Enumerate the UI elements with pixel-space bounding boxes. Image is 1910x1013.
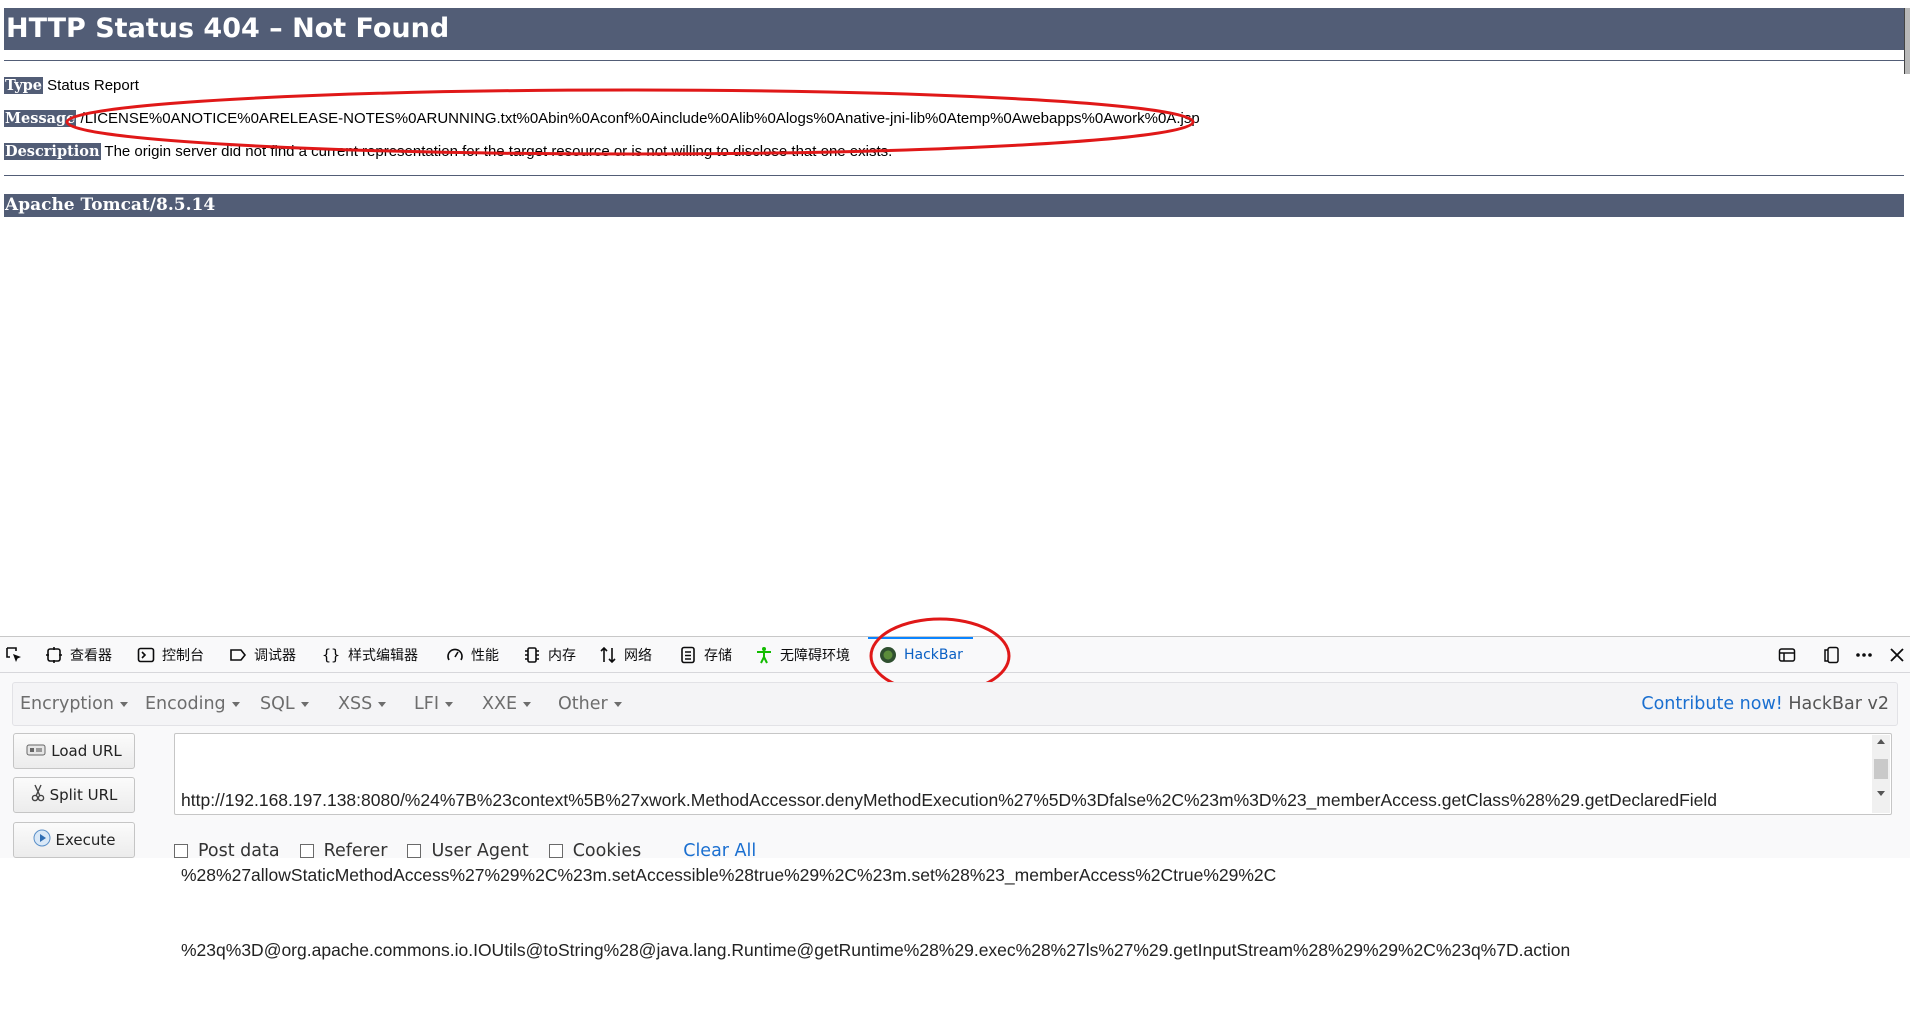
- page-title: HTTP Status 404 – Not Found: [4, 8, 1904, 50]
- menu-encoding[interactable]: Encoding: [145, 683, 240, 725]
- accessibility-icon: [754, 645, 774, 665]
- divider: [4, 175, 1904, 176]
- load-url-button[interactable]: Load URL: [13, 733, 135, 769]
- inspector-icon: [44, 645, 64, 665]
- responsive-design-icon[interactable]: [1773, 637, 1801, 672]
- menu-other[interactable]: Other: [558, 683, 622, 725]
- scissors-icon: [31, 784, 45, 806]
- memory-icon: [522, 645, 542, 665]
- chevron-down-icon: [523, 701, 532, 707]
- checkbox-icon: [407, 844, 422, 858]
- textarea-scrollbar[interactable]: [1872, 735, 1890, 813]
- split-url-label: Split URL: [49, 786, 118, 804]
- url-line: http://192.168.197.138:8080/%24%7B%23con…: [181, 790, 1718, 810]
- contribute-area: Contribute now! HackBar v2: [1641, 683, 1889, 725]
- style-editor-icon: {}: [321, 645, 341, 664]
- tab-memory[interactable]: 内存: [522, 637, 576, 672]
- server-footer: Apache Tomcat/8.5.14: [4, 194, 1904, 217]
- user-agent-checkbox[interactable]: User Agent: [407, 841, 529, 861]
- page-scrollbar[interactable]: [1904, 8, 1910, 74]
- message-value: /LICENSE%0ANOTICE%0ARELEASE-NOTES%0ARUNN…: [80, 110, 1200, 127]
- tab-style-editor-label: 样式编辑器: [348, 647, 418, 664]
- tab-storage[interactable]: 存储: [678, 637, 732, 672]
- storage-icon: [678, 645, 698, 665]
- debugger-icon: [228, 645, 248, 665]
- type-label: Type: [4, 77, 43, 94]
- chevron-down-icon: [300, 701, 309, 707]
- url-line: %28%27allowStaticMethodAccess%27%29%2C%2…: [181, 865, 1277, 885]
- message-row: Message /LICENSE%0ANOTICE%0ARELEASE-NOTE…: [4, 109, 1200, 129]
- checkbox-icon: [174, 844, 188, 858]
- tab-style-editor[interactable]: {} 样式编辑器: [320, 637, 418, 672]
- checkbox-icon: [299, 844, 314, 858]
- performance-icon: [445, 645, 465, 665]
- dock-side-icon[interactable]: [1817, 637, 1845, 672]
- scroll-up-icon[interactable]: [1877, 739, 1885, 744]
- type-row: Type Status Report: [4, 76, 139, 96]
- tab-debugger[interactable]: 调试器: [228, 637, 296, 672]
- chevron-down-icon: [231, 701, 240, 707]
- load-url-icon: [26, 741, 46, 761]
- scroll-thumb[interactable]: [1874, 759, 1888, 779]
- hackbar-version: HackBar v2: [1788, 694, 1889, 714]
- tab-network[interactable]: 网络: [598, 637, 652, 672]
- menu-lfi[interactable]: LFI: [414, 683, 453, 725]
- tab-hackbar-label: HackBar: [904, 646, 963, 663]
- play-icon: [33, 829, 51, 851]
- chevron-down-icon: [613, 701, 622, 707]
- chevron-down-icon: [444, 701, 453, 707]
- tab-console-label: 控制台: [162, 647, 204, 664]
- tab-memory-label: 内存: [548, 647, 576, 664]
- menu-xss[interactable]: XSS: [338, 683, 387, 725]
- post-data-checkbox[interactable]: Post data: [174, 841, 280, 861]
- hackbar-options: Post data Referer User Agent Cookies Cle…: [174, 839, 756, 863]
- load-url-label: Load URL: [51, 742, 122, 760]
- tab-performance-label: 性能: [471, 647, 499, 664]
- tab-element-picker[interactable]: [4, 637, 24, 672]
- url-textarea[interactable]: http://192.168.197.138:8080/%24%7B%23con…: [174, 733, 1892, 960]
- more-options-icon[interactable]: [1850, 637, 1878, 672]
- execute-button[interactable]: Execute: [13, 822, 135, 858]
- type-value: Status Report: [47, 77, 139, 94]
- url-text[interactable]: http://192.168.197.138:8080/%24%7B%23con…: [181, 738, 1861, 1013]
- cookies-checkbox[interactable]: Cookies: [548, 841, 641, 861]
- split-url-button[interactable]: Split URL: [13, 777, 135, 813]
- url-line: %23q%3D@org.apache.commons.io.IOUtils@to…: [181, 940, 1571, 960]
- network-icon: [598, 645, 618, 665]
- execute-label: Execute: [55, 831, 116, 849]
- hackbar-icon: [878, 645, 898, 665]
- close-icon[interactable]: [1883, 637, 1910, 672]
- tab-hackbar[interactable]: HackBar: [868, 637, 973, 672]
- referer-checkbox[interactable]: Referer: [299, 841, 387, 861]
- chevron-down-icon: [378, 701, 387, 707]
- tab-inspector[interactable]: 查看器: [44, 637, 112, 672]
- error-page: HTTP Status 404 – Not Found Type Status …: [0, 0, 1910, 630]
- element-picker-icon: [4, 645, 24, 665]
- console-icon: [136, 645, 156, 665]
- message-label: Message: [4, 110, 77, 127]
- devtools-panel: 查看器 控制台 调试器 {} 样式编辑器 性能 内存 网络 存储 无障碍环境 H…: [0, 617, 1910, 960]
- menu-sql[interactable]: SQL: [260, 683, 309, 725]
- tab-storage-label: 存储: [704, 647, 732, 664]
- tab-performance[interactable]: 性能: [445, 637, 499, 672]
- tab-accessibility-label: 无障碍环境: [780, 647, 850, 664]
- checkbox-icon: [548, 844, 563, 858]
- menu-encryption[interactable]: Encryption: [20, 683, 128, 725]
- hackbar-menu-bar: Encryption Encoding SQL XSS LFI XXE Othe…: [12, 682, 1898, 726]
- description-label: Description: [4, 143, 101, 160]
- tab-console[interactable]: 控制台: [136, 637, 204, 672]
- scroll-down-icon[interactable]: [1877, 791, 1885, 796]
- contribute-link[interactable]: Contribute now!: [1641, 694, 1782, 714]
- tab-debugger-label: 调试器: [254, 647, 296, 664]
- tab-accessibility[interactable]: 无障碍环境: [754, 637, 850, 672]
- description-value: The origin server did not find a current…: [104, 143, 893, 160]
- menu-xxe[interactable]: XXE: [482, 683, 532, 725]
- tab-network-label: 网络: [624, 647, 652, 664]
- chevron-down-icon: [119, 701, 128, 707]
- clear-all-link[interactable]: Clear All: [683, 841, 756, 861]
- tab-inspector-label: 查看器: [70, 647, 112, 664]
- divider: [4, 60, 1904, 61]
- devtools-toolbar: 查看器 控制台 调试器 {} 样式编辑器 性能 内存 网络 存储 无障碍环境 H…: [0, 617, 1910, 695]
- description-row: Description The origin server did not fi…: [4, 142, 892, 162]
